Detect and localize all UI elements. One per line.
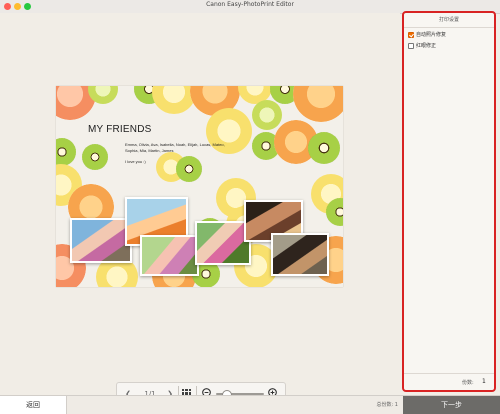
bottom-bar: 返回 总份数: 1 下一步 [0,395,500,414]
fruit-slice-image [176,156,202,182]
photo-group-selfie[interactable] [271,233,329,276]
panel-header: 打印设置 [404,13,494,28]
fruit-slice-image [293,86,343,122]
photo-girl-portrait[interactable] [140,235,199,276]
next-button[interactable]: 下一步 [403,396,500,414]
fruit-slice-image [56,138,76,166]
fruit-slice-image [326,198,343,226]
red-eye-label: 红眼修正 [416,43,437,49]
fruit-slice-image [82,144,108,170]
editor-area: MY FRIENDS Emma, Olivia, Ava, Isabella, … [0,13,400,406]
fruit-slice-image [308,132,340,164]
photo-two-girls[interactable] [195,221,251,265]
auto-photo-fix-option[interactable]: 自动照片修复 [408,31,446,39]
window-title: Canon Easy-PhotoPrint Editor [206,1,294,8]
fruit-slice-image [252,100,282,130]
card-names-text[interactable]: Emma, Olivia, Ava, Isabella, Noah, Elija… [125,142,225,154]
card-message-text[interactable]: I love you :) [125,159,146,164]
photo-card-preview[interactable]: MY FRIENDS Emma, Olivia, Ava, Isabella, … [56,86,343,287]
auto-photo-fix-label: 自动照片修复 [416,32,447,38]
copies-section: 份数: 1 [404,373,494,390]
photo-girls-pink-hats[interactable] [70,218,132,263]
back-button[interactable]: 返回 [0,396,67,414]
red-eye-option[interactable]: 红眼修正 [408,42,436,50]
red-eye-checkbox[interactable] [408,42,414,49]
card-title[interactable]: MY FRIENDS [88,124,152,135]
total-copies-label: 总份数: 1 [376,402,398,408]
copies-label: 份数: [462,380,474,386]
copies-value[interactable]: 1 [482,378,486,385]
print-settings-panel: 打印设置 自动照片修复 红眼修正 份数: 1 [402,11,496,392]
auto-photo-fix-checkbox[interactable] [408,31,414,38]
